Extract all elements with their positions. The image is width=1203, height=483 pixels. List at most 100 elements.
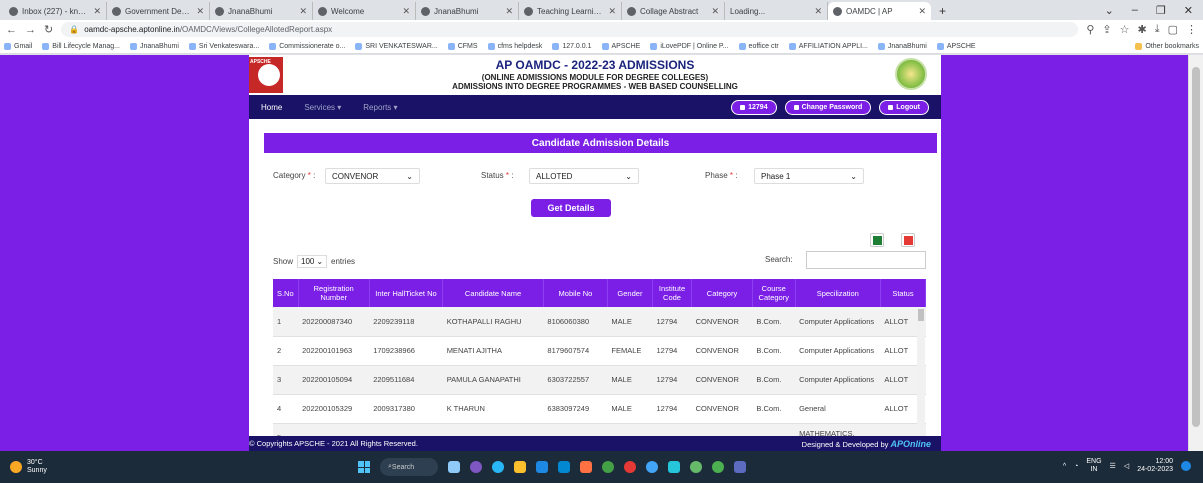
mail-icon[interactable]: [558, 461, 570, 473]
clock[interactable]: 12:00 24-02-2023: [1137, 458, 1173, 474]
bookmark[interactable]: SRI VENKATESWAR...: [355, 42, 438, 50]
store-icon[interactable]: [536, 461, 548, 473]
bookmark[interactable]: JnanaBhumi: [877, 42, 927, 50]
chrome-profile-icon[interactable]: [646, 461, 658, 473]
bookmark[interactable]: APSCHE: [601, 42, 640, 50]
app-icon[interactable]: [668, 461, 680, 473]
table-scrollbar[interactable]: [917, 307, 925, 427]
forward-icon[interactable]: →: [25, 24, 36, 36]
bookmark[interactable]: iLovePDF | Online P...: [650, 42, 729, 50]
close-window-icon[interactable]: ✕: [1184, 4, 1193, 17]
close-icon[interactable]: ✕: [711, 6, 719, 17]
change-password-button[interactable]: Change Password: [784, 99, 872, 115]
other-bookmarks[interactable]: Other bookmarks: [1135, 42, 1199, 50]
bookmark[interactable]: CFMS: [447, 42, 478, 50]
url-field[interactable]: 🔒 oamdc-apsche.aptonline.in/OAMDC/Views/…: [61, 22, 1079, 37]
star-icon[interactable]: ☆: [1120, 23, 1130, 36]
col-header[interactable]: Institute Code: [652, 279, 693, 307]
pdf-export-button[interactable]: [901, 233, 915, 247]
zoom-icon[interactable]: ⚲: [1086, 23, 1094, 36]
bookmark[interactable]: Sri Venkateswara...: [188, 42, 259, 50]
close-icon[interactable]: ✕: [196, 6, 204, 17]
col-header[interactable]: Category: [691, 279, 753, 307]
nav-home[interactable]: Home: [261, 103, 282, 112]
browser-tab[interactable]: Welcome ✕: [313, 2, 416, 20]
bookmark[interactable]: Bill Lifecycle Manag...: [42, 42, 120, 50]
status-select[interactable]: ALLOTED ⌄: [529, 168, 639, 184]
browser-tab[interactable]: Inbox (227) - knagarc✕: [4, 2, 107, 20]
col-header[interactable]: Registration Number: [298, 279, 370, 307]
language-indicator[interactable]: ENG IN: [1086, 458, 1101, 474]
new-tab-icon[interactable]: +: [931, 4, 954, 20]
extensions-icon[interactable]: ✱: [1138, 23, 1147, 36]
weather-widget[interactable]: 30°C Sunny: [10, 459, 47, 475]
reload-icon[interactable]: ↻: [44, 23, 53, 36]
close-icon[interactable]: ✕: [402, 6, 410, 17]
volume-icon[interactable]: ◁: [1124, 462, 1129, 470]
col-header[interactable]: Inter HallTicket No: [369, 279, 444, 307]
whatsapp-icon[interactable]: [712, 461, 724, 473]
col-header[interactable]: Candidate Name: [442, 279, 544, 307]
close-icon[interactable]: ✕: [505, 6, 513, 17]
chrome-icon[interactable]: [602, 461, 614, 473]
bookmark[interactable]: Gmail: [4, 42, 32, 50]
restore-icon[interactable]: ❐: [1156, 4, 1166, 17]
browser-tab[interactable]: Government Degree C✕: [107, 2, 210, 20]
nav-services[interactable]: Services ▾: [304, 103, 341, 112]
entries-select[interactable]: 100 ⌄: [297, 255, 328, 268]
bookmark[interactable]: cfms helpdesk: [487, 42, 542, 50]
browser-tab[interactable]: Loading... ✕: [725, 2, 828, 20]
network-icon[interactable]: ◔: [1074, 463, 1078, 470]
edge-icon[interactable]: [492, 461, 504, 473]
search-input[interactable]: [806, 251, 926, 269]
share-icon[interactable]: ⇪: [1102, 23, 1111, 36]
browser-tab[interactable]: Collage Abstract ✕: [622, 2, 725, 20]
opera-icon[interactable]: [624, 461, 636, 473]
bookmark[interactable]: APSCHE: [936, 42, 976, 50]
close-icon[interactable]: ✕: [299, 6, 307, 17]
wifi-icon[interactable]: ☰: [1110, 462, 1116, 470]
excel-export-button[interactable]: [870, 233, 884, 247]
close-icon[interactable]: ✕: [918, 6, 926, 17]
user-code-button[interactable]: 12794: [731, 99, 777, 115]
col-header[interactable]: Specilization: [795, 279, 881, 307]
notification-icon[interactable]: [1181, 461, 1191, 471]
chat-icon[interactable]: [470, 461, 482, 473]
bookmark[interactable]: 127.0.0.1: [552, 42, 592, 50]
taskbar-search[interactable]: ⌕ Search: [380, 458, 438, 476]
browser-tab-active[interactable]: OAMDC | AP ✕: [828, 2, 931, 20]
download-icon[interactable]: ⤓: [1155, 23, 1160, 36]
bookmark[interactable]: JnanaBhumi: [129, 42, 179, 50]
sidepanel-icon[interactable]: ▢: [1168, 23, 1178, 36]
chevron-up-icon[interactable]: ^: [1063, 463, 1066, 470]
chrome-profile-icon[interactable]: [690, 461, 702, 473]
minimize-icon[interactable]: –: [1132, 4, 1138, 16]
col-header[interactable]: S.No: [273, 279, 299, 307]
windows-start-icon[interactable]: [358, 461, 370, 473]
menu-icon[interactable]: ⋮: [1186, 23, 1197, 36]
photos-icon[interactable]: [734, 461, 746, 473]
logout-button[interactable]: Logout: [879, 99, 929, 115]
col-header[interactable]: Gender: [607, 279, 653, 307]
col-header[interactable]: Status: [880, 279, 927, 307]
bookmark[interactable]: Commissionerate o...: [269, 42, 345, 50]
col-header[interactable]: Mobile No: [543, 279, 608, 307]
close-icon[interactable]: ✕: [608, 6, 616, 17]
nav-reports[interactable]: Reports ▾: [363, 103, 397, 112]
close-icon[interactable]: ✕: [93, 6, 101, 17]
chevron-down-icon[interactable]: ⌄: [1105, 4, 1114, 17]
firefox-icon[interactable]: [580, 461, 592, 473]
browser-tab[interactable]: JnanaBhumi ✕: [416, 2, 519, 20]
browser-tab[interactable]: Teaching Learning Pro✕: [519, 2, 622, 20]
bookmark[interactable]: eoffice ctr: [738, 42, 779, 50]
browser-tab[interactable]: JnanaBhumi ✕: [210, 2, 313, 20]
category-select[interactable]: CONVENOR ⌄: [325, 168, 420, 184]
get-details-button[interactable]: Get Details: [531, 199, 611, 217]
task-view-icon[interactable]: [448, 461, 460, 473]
file-explorer-icon[interactable]: [514, 461, 526, 473]
bookmark[interactable]: AFFILIATION APPLI...: [788, 42, 868, 50]
back-icon[interactable]: ←: [6, 24, 17, 36]
close-icon[interactable]: ✕: [814, 6, 822, 17]
page-scrollbar[interactable]: [1188, 55, 1203, 451]
col-header[interactable]: Course Category: [752, 279, 796, 307]
